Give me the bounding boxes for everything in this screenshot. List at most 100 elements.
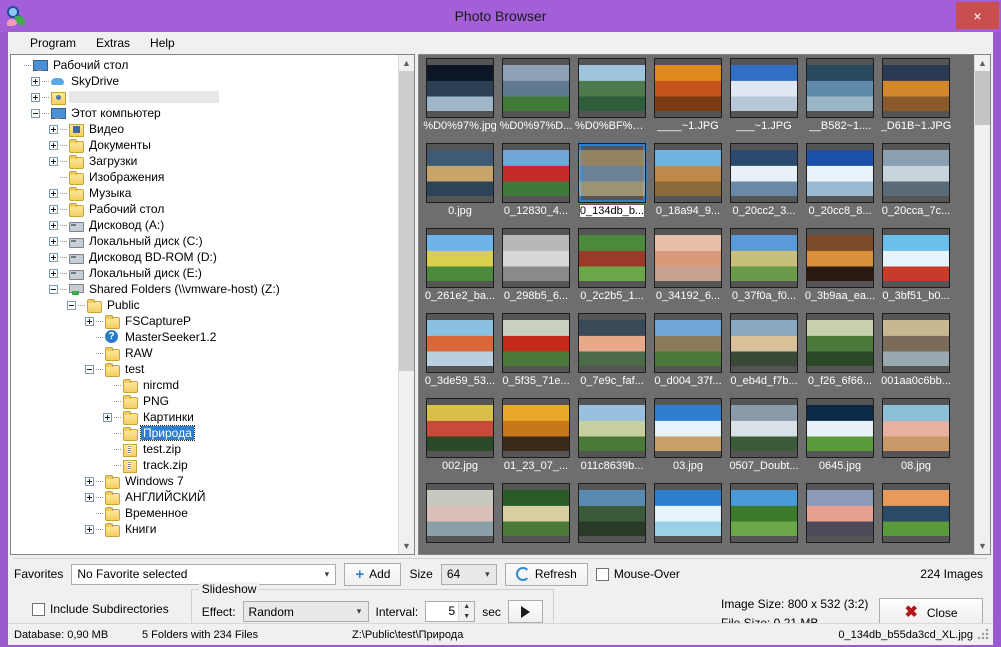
thumbnail-image[interactable] (806, 228, 874, 288)
thumbnail-image[interactable] (806, 143, 874, 203)
tree-collapse-icon[interactable] (85, 364, 94, 374)
thumbnail-image[interactable] (654, 313, 722, 373)
thumbs-scroll-up-icon[interactable]: ▲ (975, 55, 990, 71)
thumbnail-image[interactable] (426, 398, 494, 458)
thumbnail-item[interactable]: 0_261e2_ba... (423, 228, 497, 313)
tree-node[interactable]: Картинки (13, 409, 398, 425)
thumbnail-image[interactable] (426, 313, 494, 373)
tree-node[interactable] (13, 89, 398, 105)
add-favorite-button[interactable]: + Add (344, 562, 402, 586)
thumbnail-item[interactable]: 0645.jpg (803, 398, 877, 483)
tree-collapse-icon[interactable] (31, 108, 40, 118)
tree-node[interactable]: test.zip (13, 441, 398, 457)
tree-node[interactable]: Windows 7 (13, 473, 398, 489)
tree-scroll-track[interactable] (399, 71, 414, 538)
tree-node[interactable]: Public (13, 297, 398, 313)
tree-node[interactable]: SkyDrive (13, 73, 398, 89)
thumbnail-item[interactable]: 011c8639b... (575, 398, 649, 483)
thumbnail-item[interactable]: 0_d004_37f... (651, 313, 725, 398)
stepper-down-icon[interactable]: ▼ (459, 612, 474, 622)
thumbnail-image[interactable] (654, 143, 722, 203)
tree-node[interactable]: FSCaptureP (13, 313, 398, 329)
thumbnail-item[interactable] (499, 483, 573, 554)
tree-node[interactable]: Рабочий стол (13, 57, 398, 73)
thumbnail-item[interactable] (727, 483, 801, 554)
thumbnail-item[interactable]: 0_2c2b5_1... (575, 228, 649, 313)
thumbnail-image[interactable] (426, 483, 494, 543)
tree-node[interactable]: PNG (13, 393, 398, 409)
tree-node[interactable]: Загрузки (13, 153, 398, 169)
tree-expand-icon[interactable] (49, 252, 58, 262)
thumbnail-image[interactable] (578, 58, 646, 118)
refresh-button[interactable]: Refresh (504, 562, 588, 586)
tree-node[interactable]: Этот компьютер (13, 105, 398, 121)
tree-node[interactable]: Видео (13, 121, 398, 137)
thumbs-scroll-down-icon[interactable]: ▼ (975, 538, 990, 554)
thumbnail-image[interactable] (806, 313, 874, 373)
thumbnail-image[interactable] (578, 398, 646, 458)
thumbnail-image[interactable] (882, 143, 950, 203)
menu-item-help[interactable]: Help (140, 34, 185, 52)
thumbnail-item[interactable]: 0_3de59_53... (423, 313, 497, 398)
thumbnail-item[interactable]: 001aa0c6bb... (879, 313, 953, 398)
tree-node[interactable]: RAW (13, 345, 398, 361)
thumbnail-image[interactable] (578, 228, 646, 288)
tree-expand-icon[interactable] (49, 204, 58, 214)
tree-node[interactable]: Временное (13, 505, 398, 521)
effect-select[interactable]: Random ▾ (242, 601, 369, 622)
thumbnail-image[interactable] (730, 313, 798, 373)
thumbnail-image[interactable] (502, 143, 570, 203)
tree-node[interactable]: test (13, 361, 398, 377)
tree-expand-icon[interactable] (103, 412, 112, 422)
tree-expand-icon[interactable] (49, 236, 58, 246)
thumbnail-image[interactable] (578, 313, 646, 373)
tree-node[interactable]: Shared Folders (\\vmware-host) (Z:) (13, 281, 398, 297)
thumbnail-image[interactable] (654, 58, 722, 118)
thumbnail-item[interactable]: 01_23_07_... (499, 398, 573, 483)
thumbnail-item[interactable]: 0_f26_6f66... (803, 313, 877, 398)
thumbnail-image[interactable] (882, 313, 950, 373)
thumbnail-item[interactable]: 0_3bf51_b0... (879, 228, 953, 313)
tree-expand-icon[interactable] (49, 220, 58, 230)
thumbnail-image[interactable] (882, 228, 950, 288)
resize-grip-icon[interactable] (977, 627, 991, 642)
thumbnail-image[interactable] (426, 58, 494, 118)
thumbs-scrollbar[interactable]: ▲ ▼ (974, 55, 990, 554)
tree-expand-icon[interactable] (85, 476, 94, 486)
stepper-arrows[interactable]: ▲ ▼ (458, 602, 475, 622)
thumbnail-item[interactable]: 0_134db_b... (575, 142, 649, 228)
thumbnail-image[interactable] (882, 398, 950, 458)
tree-expand-icon[interactable] (85, 316, 94, 326)
tree-scroll-up-icon[interactable]: ▲ (399, 55, 414, 71)
tree-node[interactable]: Книги (13, 521, 398, 537)
tree-node[interactable]: Природа (13, 425, 398, 441)
tree-collapse-icon[interactable] (67, 300, 76, 310)
thumbnail-image[interactable] (654, 228, 722, 288)
thumbnail-image[interactable] (502, 58, 570, 118)
thumbnail-size-select[interactable]: 64 ▾ (440, 563, 497, 585)
thumbnail-item[interactable]: 0507_Doubt... (727, 398, 801, 483)
thumbnail-item[interactable]: %D0%97%D... (499, 58, 573, 143)
tree-expand-icon[interactable] (49, 156, 58, 166)
thumbnail-item[interactable]: 0_18a94_9... (651, 143, 725, 228)
tree-node[interactable]: MasterSeeker1.2 (13, 329, 398, 345)
thumbnail-item[interactable] (423, 483, 497, 554)
thumbnail-item[interactable]: 0_3b9aa_ea... (803, 228, 877, 313)
thumbs-scroll-track[interactable] (975, 71, 990, 538)
thumbnail-item[interactable]: 0_5f35_71e... (499, 313, 573, 398)
tree-node[interactable]: Изображения (13, 169, 398, 185)
thumbnail-image[interactable] (502, 483, 570, 543)
thumbnail-item[interactable] (651, 483, 725, 554)
thumbnail-image[interactable] (730, 398, 798, 458)
thumbnail-image[interactable] (806, 483, 874, 543)
tree-node[interactable]: Дисковод BD-ROM (D:) (13, 249, 398, 265)
thumbnail-item[interactable] (803, 483, 877, 554)
thumbnail-image[interactable] (426, 143, 494, 203)
tree-expand-icon[interactable] (85, 524, 94, 534)
tree-node[interactable]: Локальный диск (C:) (13, 233, 398, 249)
include-subdirectories-checkbox[interactable]: Include Subdirectories (32, 602, 169, 616)
thumbnail-image[interactable] (426, 228, 494, 288)
thumbnail-item[interactable]: __B582~1.... (803, 58, 877, 143)
thumbnail-image[interactable] (882, 58, 950, 118)
folder-tree[interactable]: Рабочий стол SkyDrive Этот компьютер Видео Д… (11, 55, 398, 554)
